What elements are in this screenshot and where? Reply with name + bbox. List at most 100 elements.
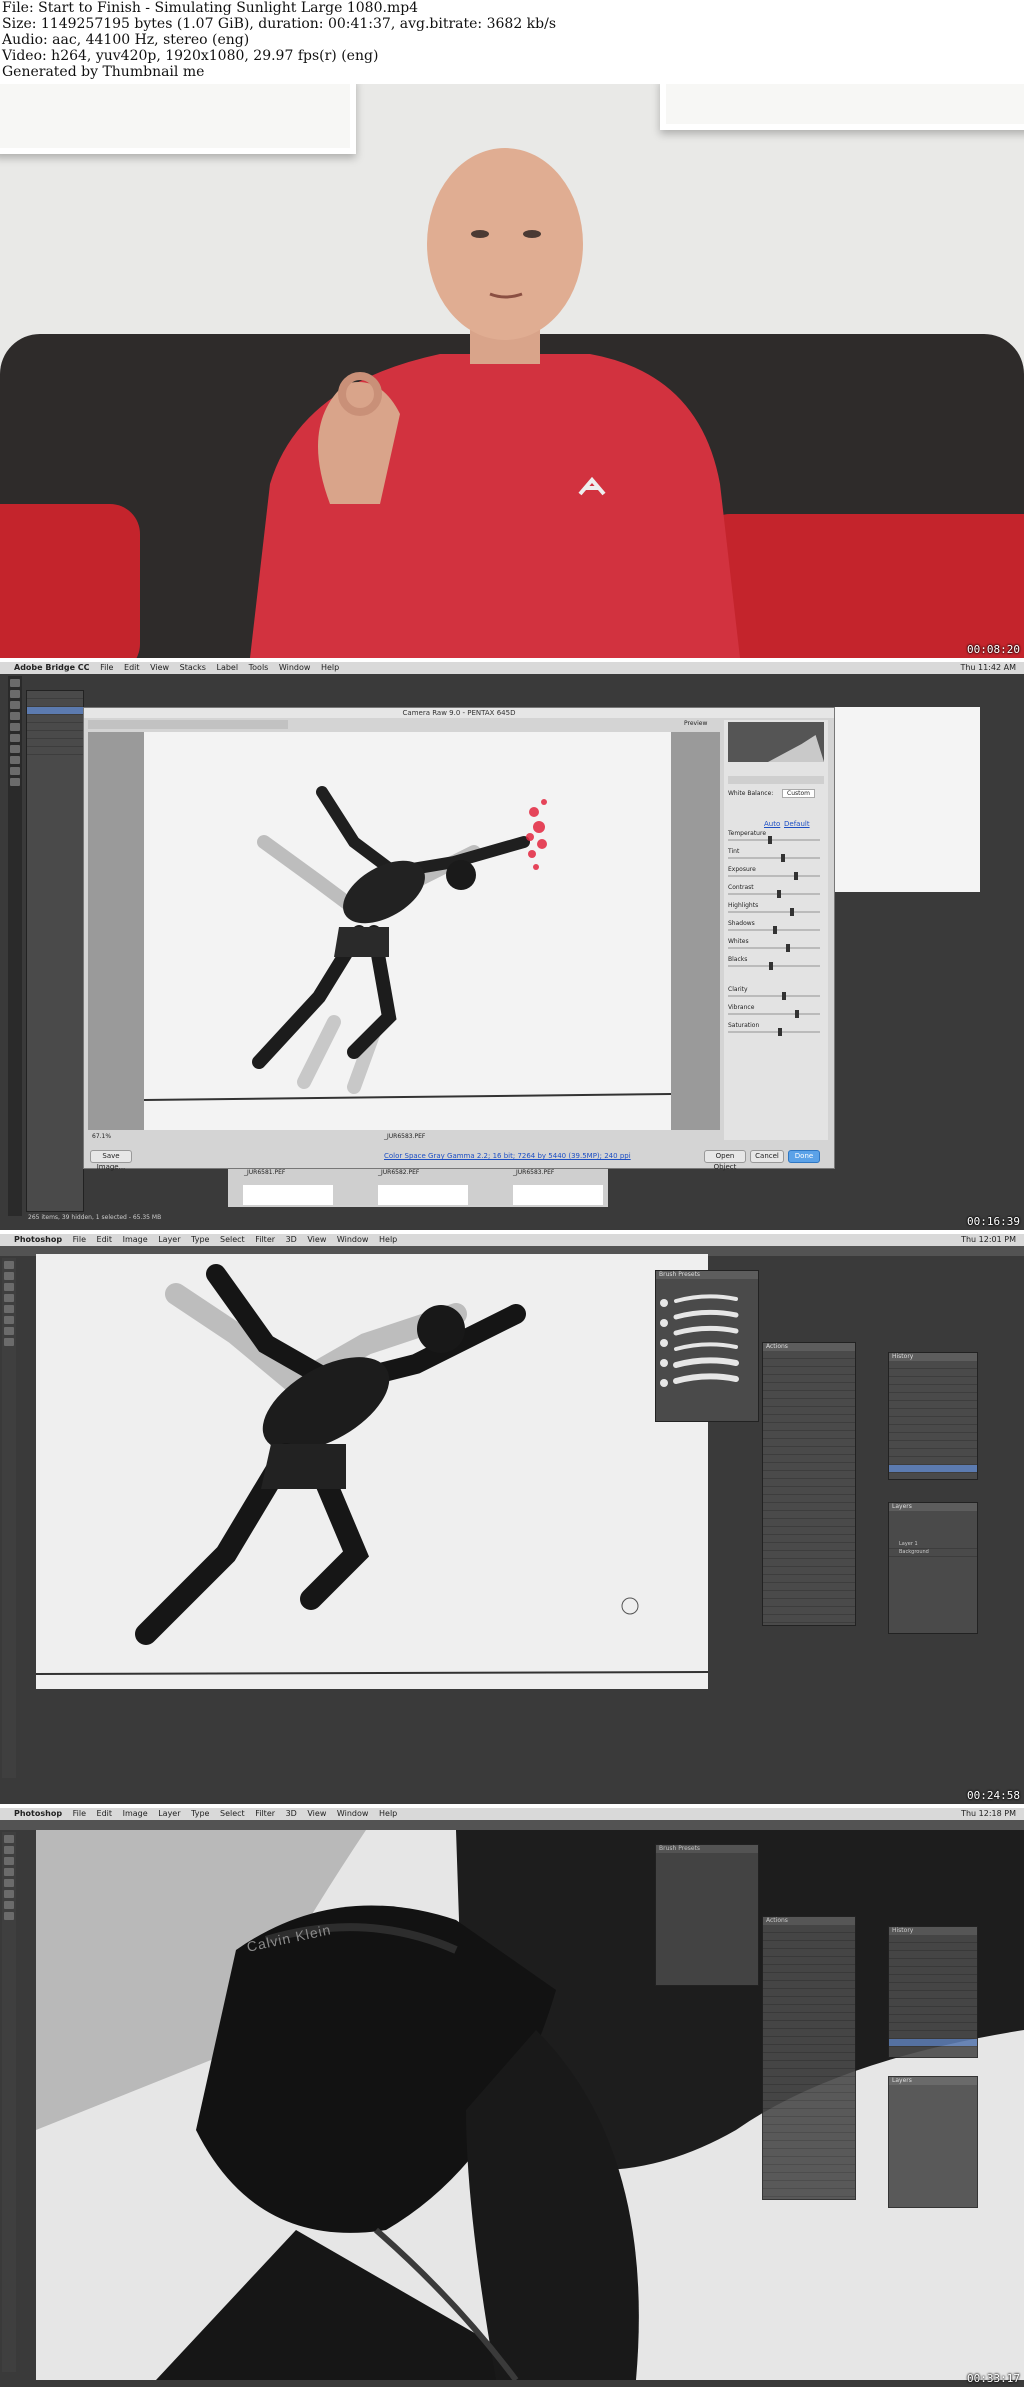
dock-icon[interactable] bbox=[4, 1857, 14, 1865]
dock-icon[interactable] bbox=[4, 1316, 14, 1324]
panel-row[interactable] bbox=[763, 1981, 855, 1989]
dock-icon[interactable] bbox=[4, 1283, 14, 1291]
panel-row[interactable] bbox=[763, 2021, 855, 2029]
panel-row[interactable] bbox=[763, 1583, 855, 1591]
save-image-button[interactable]: Save Image... bbox=[90, 1150, 132, 1171]
panel-row[interactable] bbox=[763, 1933, 855, 1941]
panel-row[interactable] bbox=[763, 1957, 855, 1965]
menu-type[interactable]: Type bbox=[191, 1809, 209, 1818]
panel-row[interactable] bbox=[889, 1417, 977, 1425]
panel-row[interactable] bbox=[889, 1377, 977, 1385]
panel-row[interactable] bbox=[763, 1997, 855, 2005]
panel-row[interactable] bbox=[763, 2085, 855, 2093]
menu-window[interactable]: Window bbox=[337, 1809, 369, 1818]
menu-3d[interactable]: 3D bbox=[286, 1235, 297, 1244]
panel-row[interactable] bbox=[763, 1487, 855, 1495]
panel-row[interactable] bbox=[763, 1615, 855, 1623]
panel-row[interactable] bbox=[889, 1457, 977, 1465]
panel-row[interactable] bbox=[763, 1367, 855, 1375]
layer-row[interactable]: Background bbox=[889, 1549, 977, 1557]
menu-label[interactable]: Label bbox=[216, 663, 238, 672]
panel-row[interactable] bbox=[763, 2125, 855, 2133]
dock-icon[interactable] bbox=[4, 1901, 14, 1909]
panel-row[interactable] bbox=[889, 1449, 977, 1457]
panel-row[interactable] bbox=[763, 2069, 855, 2077]
panel-row[interactable] bbox=[763, 1447, 855, 1455]
panel-row[interactable] bbox=[763, 1479, 855, 1487]
dock-icon[interactable] bbox=[4, 1890, 14, 1898]
panel-row[interactable] bbox=[763, 1543, 855, 1551]
dock-icon[interactable] bbox=[4, 1879, 14, 1887]
panel-row[interactable] bbox=[763, 1973, 855, 1981]
panel-row[interactable] bbox=[763, 1415, 855, 1423]
panel-row[interactable] bbox=[889, 1975, 977, 1983]
menu-window[interactable]: Window bbox=[279, 663, 311, 672]
panel-row[interactable] bbox=[763, 1607, 855, 1615]
adjustment-slider[interactable] bbox=[728, 962, 820, 970]
panel-row[interactable] bbox=[763, 2061, 855, 2069]
panel-row[interactable] bbox=[889, 1361, 977, 1369]
dock-icon[interactable] bbox=[10, 712, 20, 720]
panel-row[interactable] bbox=[763, 2029, 855, 2037]
dock-icon[interactable] bbox=[4, 1912, 14, 1920]
panel-row[interactable] bbox=[763, 2077, 855, 2085]
menu-image[interactable]: Image bbox=[123, 1235, 148, 1244]
panel-row[interactable] bbox=[763, 1949, 855, 1957]
panel-row[interactable] bbox=[889, 2015, 977, 2023]
panel-row[interactable] bbox=[889, 1967, 977, 1975]
menu-image[interactable]: Image bbox=[123, 1809, 148, 1818]
panel-row[interactable] bbox=[889, 1935, 977, 1943]
panel-row[interactable] bbox=[763, 1527, 855, 1535]
panel-row[interactable] bbox=[763, 2013, 855, 2021]
panel-row[interactable] bbox=[763, 1423, 855, 1431]
dock-icon[interactable] bbox=[10, 690, 20, 698]
adjustment-slider[interactable] bbox=[728, 1028, 820, 1036]
panel-row[interactable] bbox=[889, 1465, 977, 1473]
cancel-button[interactable]: Cancel bbox=[750, 1150, 784, 1163]
adjustment-slider[interactable] bbox=[728, 908, 820, 916]
panel-row[interactable] bbox=[763, 2117, 855, 2125]
adjustment-slider[interactable] bbox=[728, 926, 820, 934]
menu-type[interactable]: Type bbox=[191, 1235, 209, 1244]
folder-row[interactable] bbox=[27, 715, 83, 723]
menu-file[interactable]: File bbox=[73, 1235, 86, 1244]
panel-row[interactable] bbox=[763, 2093, 855, 2101]
menu-3d[interactable]: 3D bbox=[286, 1809, 297, 1818]
panel-row[interactable] bbox=[889, 1943, 977, 1951]
panel-row[interactable] bbox=[763, 1495, 855, 1503]
panel-row[interactable] bbox=[889, 1401, 977, 1409]
adjustment-slider[interactable] bbox=[728, 992, 820, 1000]
dock-icon[interactable] bbox=[10, 756, 20, 764]
panel-row[interactable] bbox=[889, 1369, 977, 1377]
panel-row[interactable] bbox=[763, 1535, 855, 1543]
panel-row[interactable] bbox=[763, 2037, 855, 2045]
auto-link[interactable]: Auto bbox=[764, 820, 780, 828]
thumbnail[interactable] bbox=[378, 1185, 468, 1205]
dialog-toolbar[interactable] bbox=[88, 720, 288, 729]
menu-help[interactable]: Help bbox=[321, 663, 339, 672]
thumbnail[interactable] bbox=[243, 1185, 333, 1205]
dock-icon[interactable] bbox=[10, 778, 20, 786]
folder-row[interactable] bbox=[27, 699, 83, 707]
adjustment-slider[interactable] bbox=[728, 872, 820, 880]
dock-icon[interactable] bbox=[4, 1868, 14, 1876]
menu-tools[interactable]: Tools bbox=[249, 663, 269, 672]
dock-icon[interactable] bbox=[4, 1338, 14, 1346]
preview-checkbox[interactable]: Preview bbox=[684, 720, 707, 727]
menu-filter[interactable]: Filter bbox=[255, 1809, 275, 1818]
menu-view[interactable]: View bbox=[307, 1809, 326, 1818]
folder-row[interactable] bbox=[27, 747, 83, 755]
adjustment-slider[interactable] bbox=[728, 854, 820, 862]
panel-row[interactable] bbox=[889, 1433, 977, 1441]
menu-help[interactable]: Help bbox=[379, 1809, 397, 1818]
menu-file[interactable]: File bbox=[73, 1809, 86, 1818]
zoom-level[interactable]: 67.1% bbox=[92, 1133, 111, 1140]
menu-file[interactable]: File bbox=[100, 663, 113, 672]
panel-row[interactable] bbox=[889, 1409, 977, 1417]
panel-row[interactable] bbox=[763, 1989, 855, 1997]
dock-icon[interactable] bbox=[10, 745, 20, 753]
menu-edit[interactable]: Edit bbox=[124, 663, 140, 672]
panel-row[interactable] bbox=[889, 1983, 977, 1991]
adjustment-slider[interactable] bbox=[728, 890, 820, 898]
panel-row[interactable] bbox=[763, 1559, 855, 1567]
